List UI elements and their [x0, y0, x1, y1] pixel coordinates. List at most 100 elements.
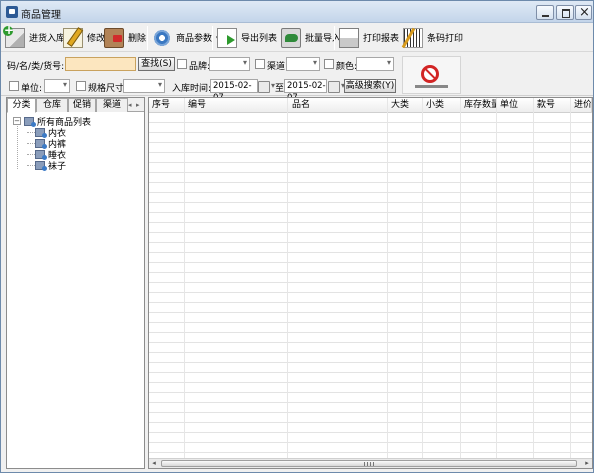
column-header-code[interactable]: 编号 — [185, 98, 288, 113]
category-icon — [35, 149, 47, 160]
edit-label: 修改 — [87, 34, 106, 44]
channel-select[interactable] — [286, 57, 320, 71]
toolbar-separator — [334, 26, 335, 50]
calendar-icon[interactable] — [328, 81, 345, 93]
brand-select[interactable] — [209, 57, 250, 71]
column-header-index[interactable]: 序号 — [149, 98, 185, 113]
tab-promotion[interactable]: 促销 — [68, 98, 96, 112]
size-checkbox[interactable] — [76, 81, 86, 91]
search-button[interactable]: 查找(S) — [138, 57, 175, 71]
stock-in-icon — [3, 23, 25, 48]
tree-node-briefs[interactable]: 内裤 — [35, 138, 66, 150]
main-window: 商品管理 进货入库 修改 删除 商品参数 ▾ 导出列表 ▾ — [0, 0, 594, 473]
channel-checkbox[interactable] — [255, 59, 265, 69]
channel-label: 渠道: — [267, 62, 289, 72]
delete-button[interactable]: 删除 — [104, 26, 146, 49]
print-icon — [339, 27, 359, 48]
tab-warehouse[interactable]: 仓库 — [36, 98, 68, 112]
scroll-left-arrow[interactable]: ◂ — [149, 459, 159, 468]
advanced-search-button[interactable]: 高级搜索(Y) — [344, 79, 396, 93]
category-panel: 分类 仓库 促销 渠道 ◂ ▸ − 所有商品列表 内衣 内裤 睡衣 袜子 — [6, 97, 145, 469]
color-label: 颜色: — [336, 62, 358, 72]
column-header-cost-price[interactable]: 进价 — [571, 98, 592, 113]
column-header-style-no[interactable]: 款号 — [534, 98, 571, 113]
delete-icon — [104, 27, 124, 48]
color-select[interactable] — [356, 57, 394, 71]
tree-guide-line — [27, 132, 35, 133]
date-label: 入库时间: — [172, 84, 212, 94]
scrollbar-thumb[interactable] — [161, 460, 577, 467]
column-header-subcategory[interactable]: 小类 — [423, 98, 461, 113]
scrollbar-grip — [364, 462, 376, 466]
tree-collapse-toggle[interactable]: − — [13, 117, 21, 125]
category-tree: − 所有商品列表 内衣 内裤 睡衣 袜子 — [13, 116, 141, 196]
export-icon — [217, 27, 237, 48]
batch-import-button[interactable]: 批量导入 — [281, 26, 341, 49]
date-to-label: 至 — [275, 84, 285, 94]
app-icon — [6, 6, 18, 18]
stock-in-button[interactable]: 进货入库 — [3, 23, 65, 49]
toolbar-separator — [212, 26, 213, 50]
tree-node-socks[interactable]: 袜子 — [35, 160, 67, 172]
horizontal-scrollbar[interactable]: ◂ ▸ — [149, 458, 592, 468]
tree-node-root[interactable]: 所有商品列表 — [24, 116, 91, 128]
tree-guide-line — [17, 126, 18, 169]
size-select[interactable] — [123, 79, 165, 93]
import-icon — [281, 27, 301, 48]
tree-node-pajamas[interactable]: 睡衣 — [35, 149, 66, 161]
edit-icon — [63, 27, 83, 48]
tree-guide-line — [27, 143, 35, 144]
column-header-name[interactable]: 品名 — [288, 98, 388, 113]
barcode-icon — [403, 27, 423, 48]
minimize-button[interactable] — [536, 5, 554, 20]
title-bar: 商品管理 — [1, 1, 593, 23]
column-header-unit[interactable]: 单位 — [497, 98, 534, 113]
product-params-label: 商品参数 — [176, 34, 213, 44]
date-from-input[interactable]: 2015-02-07 — [210, 79, 258, 103]
gear-icon — [152, 27, 172, 48]
maximize-button[interactable] — [556, 5, 574, 20]
column-header-stock-qty[interactable]: 库存数量 — [461, 98, 497, 113]
category-icon — [35, 138, 47, 149]
color-checkbox[interactable] — [324, 59, 334, 69]
window-title: 商品管理 — [21, 10, 61, 21]
tab-channel[interactable]: 渠道 — [96, 98, 128, 112]
search-label: 码/名/类/货号: — [7, 62, 65, 72]
tree-node-underwear[interactable]: 内衣 — [35, 127, 66, 139]
grid-body[interactable] — [149, 113, 592, 458]
column-header-category[interactable]: 大类 — [388, 98, 423, 113]
tree-guide-line — [27, 165, 35, 166]
tree-guide-line — [27, 154, 35, 155]
product-grid: 序号 编号 品名 大类 小类 库存数量 单位 款号 进价 ◂ ▸ — [148, 97, 593, 469]
tab-scroll-left-button[interactable]: ◂ — [128, 99, 136, 111]
print-report-label: 打印报表 — [363, 34, 400, 44]
category-tabs: 分类 仓库 促销 渠道 ◂ ▸ — [7, 98, 144, 113]
tab-scroll-right-button[interactable]: ▸ — [136, 99, 144, 111]
size-label: 规格尺寸: — [88, 84, 128, 94]
export-list-button[interactable]: 导出列表 ▾ — [217, 26, 285, 49]
search-input[interactable] — [65, 57, 136, 71]
scroll-right-arrow[interactable]: ▸ — [582, 459, 592, 468]
category-icon — [35, 160, 47, 171]
unit-checkbox[interactable] — [9, 81, 19, 91]
unit-select[interactable] — [44, 79, 70, 93]
tab-category[interactable]: 分类 — [7, 98, 36, 113]
date-to-input[interactable]: 2015-02-07 — [284, 79, 327, 103]
stop-icon — [421, 65, 439, 83]
brand-checkbox[interactable] — [177, 59, 187, 69]
print-report-button[interactable]: 打印报表 ▾ — [339, 26, 407, 49]
toolbar-separator — [147, 26, 148, 50]
export-list-label: 导出列表 — [241, 34, 278, 44]
product-params-button[interactable]: 商品参数 ▾ — [152, 26, 220, 49]
stop-caption — [415, 85, 448, 88]
barcode-print-button[interactable]: 条码打印 — [403, 26, 463, 49]
calendar-icon[interactable] — [258, 81, 275, 93]
unit-label: 单位: — [21, 84, 43, 94]
category-group-icon — [24, 116, 36, 127]
barcode-print-label: 条码打印 — [427, 34, 464, 44]
edit-button[interactable]: 修改 — [63, 26, 105, 49]
filter-panel: 码/名/类/货号: 查找(S) 品牌: 渠道: 颜色: 单位: 规格尺寸: 入库… — [1, 53, 593, 103]
close-button[interactable] — [575, 5, 592, 20]
tree-node-label: 袜子 — [48, 161, 67, 172]
category-icon — [35, 127, 47, 138]
